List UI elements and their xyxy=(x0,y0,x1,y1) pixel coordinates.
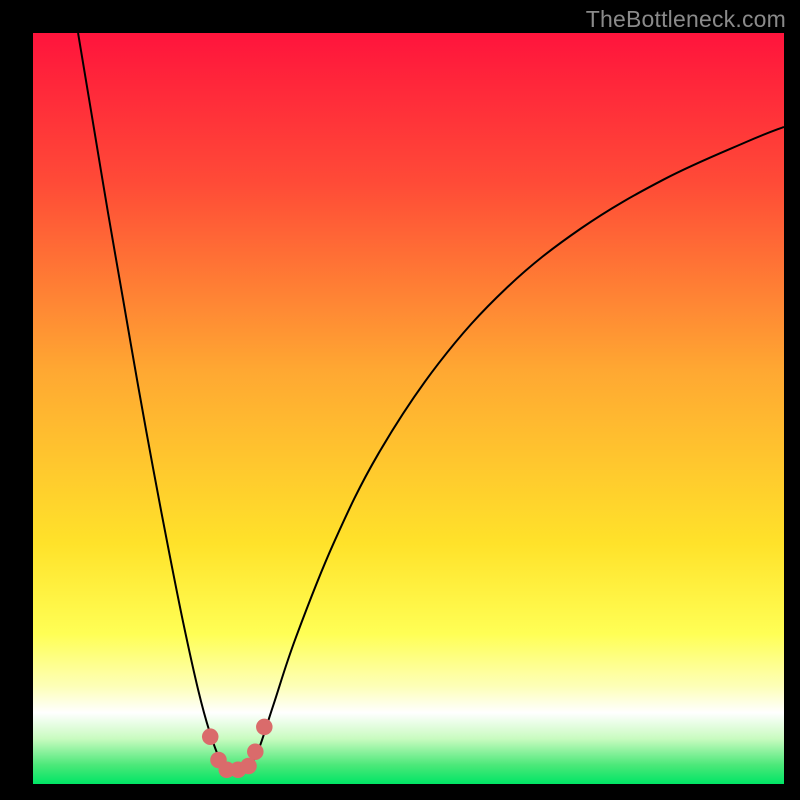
marker-point xyxy=(240,758,257,775)
curve-right-branch xyxy=(247,127,784,771)
marker-point xyxy=(256,719,273,736)
marker-cluster xyxy=(202,719,273,778)
plot-area xyxy=(33,33,784,784)
marker-point xyxy=(202,728,219,745)
marker-point xyxy=(247,743,264,760)
bottleneck-curve xyxy=(33,33,784,784)
curve-left-branch xyxy=(78,33,228,770)
chart-frame: TheBottleneck.com xyxy=(0,0,800,800)
watermark-text: TheBottleneck.com xyxy=(586,6,786,33)
